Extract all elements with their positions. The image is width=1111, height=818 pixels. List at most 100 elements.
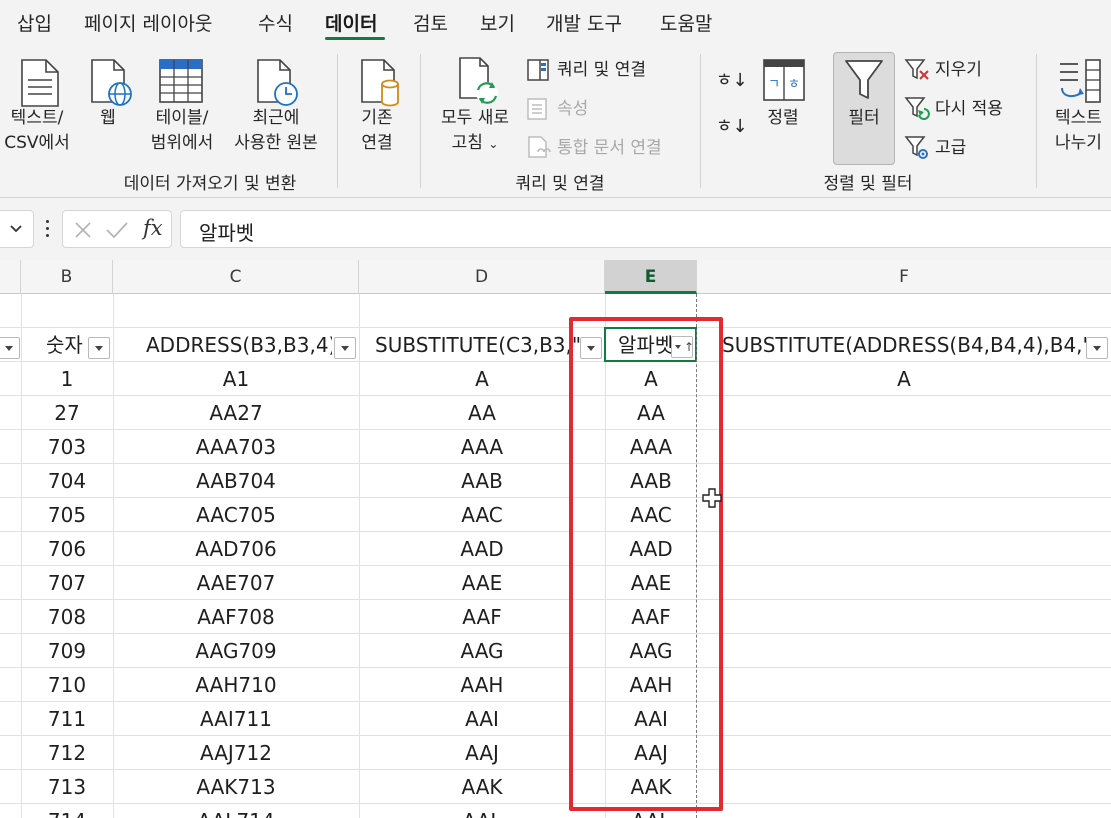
table-cell[interactable] <box>697 702 1111 736</box>
tab-page-layout[interactable]: 페이지 레이아웃 <box>84 9 212 36</box>
table-cell[interactable]: 703 <box>21 430 113 464</box>
ribbon-divider <box>337 54 338 188</box>
table-cell[interactable]: AAH710 <box>113 668 359 702</box>
table-cell[interactable]: AAB704 <box>113 464 359 498</box>
table-cell[interactable] <box>697 600 1111 634</box>
table-cell[interactable]: A <box>697 362 1111 396</box>
text-to-columns-label-2: 나누기 <box>1055 133 1102 153</box>
table-cell[interactable]: AA27 <box>113 396 359 430</box>
svg-text:ㄱ: ㄱ <box>768 77 780 92</box>
table-cell[interactable] <box>697 668 1111 702</box>
table-cell[interactable]: 709 <box>21 634 113 668</box>
filter-dropdown-a[interactable] <box>0 337 20 359</box>
table-cell[interactable]: 27 <box>21 396 113 430</box>
table-cell[interactable]: 707 <box>21 566 113 600</box>
worksheet-grid[interactable]: 숫자 ADDRESS(B3,B3,4) SUBSTITUTE(C3,B3,"")… <box>0 294 1111 818</box>
ribbon: 텍스트/ CSV에서 웹 테이블/ 범위에서 최근에 사용한 원본 기존 연결 … <box>0 46 1111 198</box>
table-cell[interactable]: A1 <box>113 362 359 396</box>
filter-dropdown-c[interactable] <box>334 337 356 359</box>
recent-sources-label-2: 사용한 원본 <box>234 133 318 153</box>
header-cell-substitute-address[interactable]: SUBSTITUTE(ADDRESS(B4,B4,4),B4,"") <box>722 328 1086 362</box>
table-cell[interactable]: 710 <box>21 668 113 702</box>
refresh-all-label-2: 고침 ⌄ <box>451 133 499 153</box>
header-cell-substitute-c3[interactable]: SUBSTITUTE(C3,B3,"") <box>375 328 580 362</box>
table-cell[interactable] <box>697 532 1111 566</box>
ribbon-divider <box>700 54 701 188</box>
table-cell[interactable]: AAE707 <box>113 566 359 600</box>
web-globe-icon <box>91 59 132 106</box>
tab-formulas[interactable]: 수식 <box>258 9 293 36</box>
table-cell[interactable] <box>697 770 1111 804</box>
column-header-e[interactable]: E <box>605 260 697 294</box>
tab-data[interactable]: 데이터 <box>325 9 377 36</box>
table-cell[interactable]: AAJ712 <box>113 736 359 770</box>
svg-text:ㅎ: ㅎ <box>788 77 800 92</box>
advanced-filter-label: 고급 <box>935 138 967 158</box>
table-cell[interactable]: 712 <box>21 736 113 770</box>
table-cell[interactable] <box>697 430 1111 464</box>
edit-links-label: 통합 문서 연결 <box>557 138 662 158</box>
table-cell[interactable] <box>697 736 1111 770</box>
table-cell[interactable] <box>697 498 1111 532</box>
from-text-csv-label-1: 텍스트/ <box>10 108 64 128</box>
name-box-dropdown[interactable] <box>0 210 34 248</box>
cancel-icon[interactable] <box>73 220 93 240</box>
tab-help[interactable]: 도움말 <box>660 9 712 36</box>
enter-check-icon[interactable] <box>105 220 129 240</box>
column-header-d[interactable]: D <box>359 260 605 294</box>
chevron-down-icon: ⌄ <box>488 137 499 151</box>
table-cell[interactable]: AAD706 <box>113 532 359 566</box>
column-header-a[interactable] <box>0 260 21 294</box>
tab-developer[interactable]: 개발 도구 <box>546 9 622 36</box>
filter-dropdown-f[interactable] <box>1086 337 1108 359</box>
more-options-icon[interactable] <box>44 218 50 240</box>
table-cell[interactable]: AAK713 <box>113 770 359 804</box>
ribbon-divider <box>1036 54 1037 188</box>
table-cell[interactable] <box>697 396 1111 430</box>
column-header-b[interactable]: B <box>21 260 113 294</box>
cell-cursor-icon <box>702 488 722 508</box>
properties-label: 속성 <box>557 99 589 119</box>
header-cell-number[interactable]: 숫자 <box>46 328 92 362</box>
table-cell[interactable]: 708 <box>21 600 113 634</box>
insert-function-icon[interactable]: fx <box>143 216 163 240</box>
table-cell[interactable] <box>697 566 1111 600</box>
sort-ascending-icon: ㅎ↓ <box>716 70 748 91</box>
formula-input[interactable]: 알파벳 <box>180 210 1111 248</box>
tab-review[interactable]: 검토 <box>413 9 448 36</box>
tab-insert[interactable]: 삽입 <box>17 9 52 36</box>
table-cell[interactable]: AAA703 <box>113 430 359 464</box>
sort-filter-group-label: 정렬 및 필터 <box>823 174 913 194</box>
table-cell[interactable]: 704 <box>21 464 113 498</box>
recent-clock-icon <box>257 59 298 106</box>
tab-view[interactable]: 보기 <box>480 9 515 36</box>
table-cell[interactable] <box>697 804 1111 818</box>
refresh-all-label-1: 모두 새로 <box>441 108 509 128</box>
table-cell[interactable]: AAL714 <box>113 804 359 818</box>
table-cell[interactable]: 713 <box>21 770 113 804</box>
table-cell[interactable]: 711 <box>21 702 113 736</box>
column-header-f[interactable]: F <box>697 260 1111 294</box>
highlight-box <box>569 317 723 811</box>
table-cell[interactable]: 705 <box>21 498 113 532</box>
filter-dropdown-b[interactable] <box>88 337 110 359</box>
text-file-icon <box>21 59 59 107</box>
table-cell[interactable]: AAI711 <box>113 702 359 736</box>
table-cell[interactable]: 714 <box>21 804 113 818</box>
existing-connections-label-1: 기존 <box>361 108 393 128</box>
column-headers: B C D E F <box>0 260 1111 294</box>
get-transform-group-label: 데이터 가져오기 및 변환 <box>123 174 297 194</box>
table-cell[interactable]: 706 <box>21 532 113 566</box>
properties-icon <box>527 98 547 120</box>
table-cell[interactable]: 1 <box>21 362 113 396</box>
ribbon-tabs: 삽입 페이지 레이아웃 수식 데이터 검토 보기 개발 도구 도움말 <box>0 0 1111 46</box>
table-cell[interactable] <box>697 464 1111 498</box>
table-cell[interactable]: AAG709 <box>113 634 359 668</box>
header-cell-address[interactable]: ADDRESS(B3,B3,4) <box>146 328 332 362</box>
sort-dialog-icon: ㄱ ㅎ <box>763 59 805 101</box>
existing-connections-label-2: 연결 <box>361 133 393 153</box>
table-cell[interactable]: AAC705 <box>113 498 359 532</box>
table-cell[interactable]: AAF708 <box>113 600 359 634</box>
column-header-c[interactable]: C <box>113 260 359 294</box>
table-cell[interactable] <box>697 634 1111 668</box>
